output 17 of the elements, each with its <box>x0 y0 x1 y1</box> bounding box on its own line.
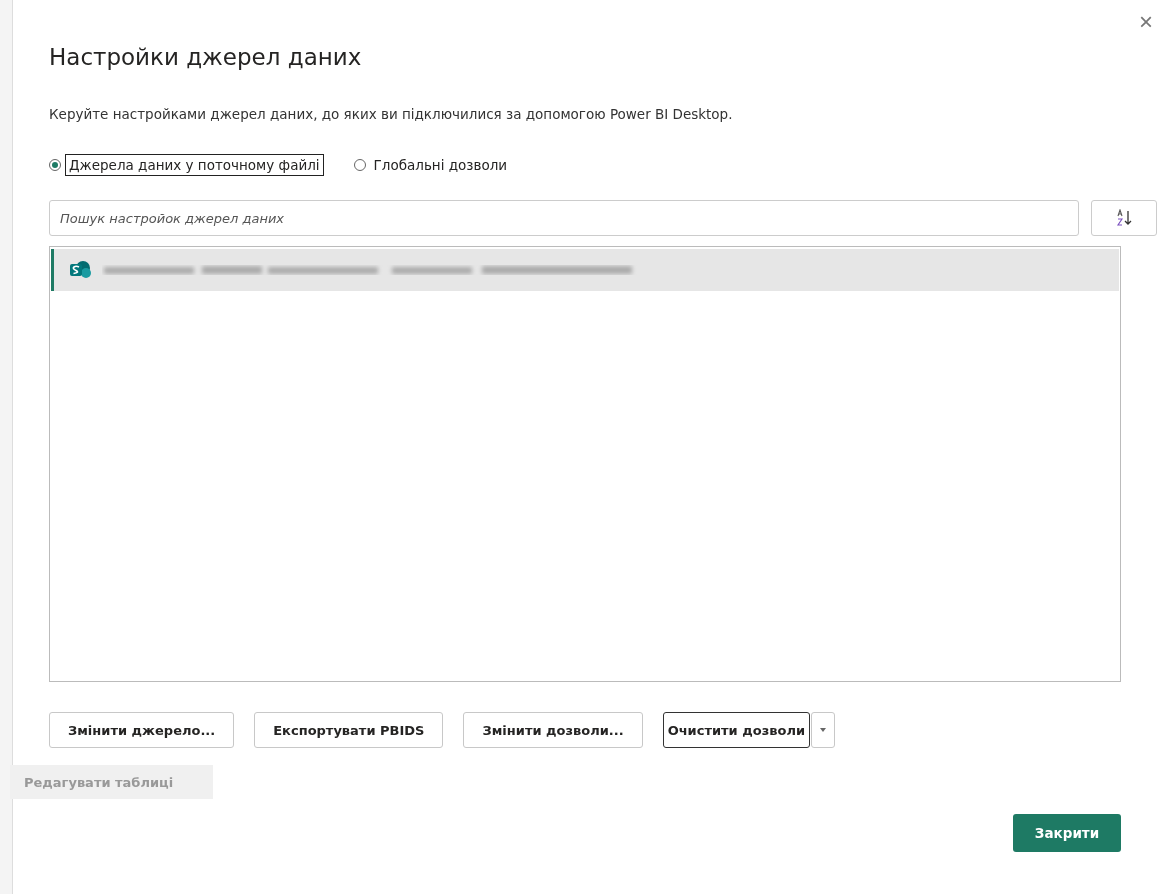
sharepoint-icon <box>68 260 92 280</box>
close-button[interactable]: × <box>1135 10 1157 34</box>
caret-icon <box>820 728 827 732</box>
description: Керуйте настройками джерел даних, до яких ви підключилися за допомогою Power BI Desktop. <box>49 106 734 122</box>
radio-label[interactable]: Джерела даних у поточному файлі <box>65 154 324 176</box>
radio-label[interactable]: Глобальні дозволи <box>369 154 512 176</box>
sort-button[interactable] <box>1091 200 1157 236</box>
action-button[interactable]: Змінити джерело... <box>49 712 235 748</box>
dialog-title: Настройки джерел даних <box>49 44 363 70</box>
action-button[interactable]: Змінити дозволи... <box>463 712 643 748</box>
list-item[interactable] <box>51 249 1119 291</box>
action-button[interactable]: Очистити дозволи <box>662 712 811 748</box>
search-field[interactable]: Пошук настройок джерел даних <box>49 200 1079 236</box>
action-button[interactable]: Експортувати PBIDS <box>254 712 444 748</box>
close-dialog-button[interactable]: Закрити <box>1013 814 1121 852</box>
sort-icon <box>1115 209 1133 227</box>
tooltip: Редагувати таблиці <box>10 765 213 799</box>
